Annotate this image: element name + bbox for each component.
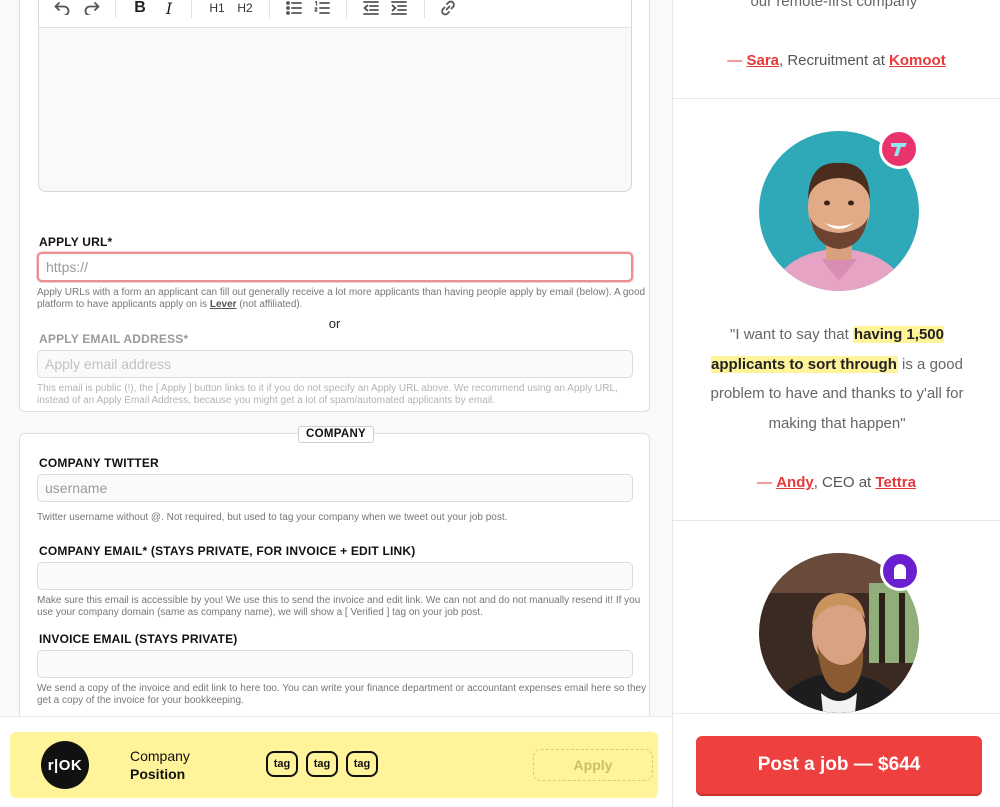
invoice-email-help: We send a copy of the invoice and edit l…	[37, 683, 647, 706]
attribution-role: , Recruitment at	[779, 52, 890, 69]
testimonial-attribution-sara: — Sara, Recruitment at Komoot	[673, 52, 1000, 69]
outdent-icon[interactable]	[360, 0, 382, 19]
company-card: COMPANY COMPANY TWITTER Twitter username…	[19, 426, 650, 733]
preview-tag: tag	[346, 751, 378, 777]
company-twitter-help: Twitter username without @. Not required…	[37, 512, 508, 523]
sidebar-footer-divider	[673, 713, 1000, 714]
apply-url-label: APPLY URL*	[39, 235, 113, 249]
italic-icon[interactable]: I	[158, 0, 180, 19]
company-badge-icon	[880, 551, 920, 591]
company-email-label: COMPANY EMAIL* (STAYS PRIVATE, FOR INVOI…	[39, 544, 416, 558]
company-logo: r|OK	[41, 741, 89, 789]
editor-toolbar: B I H1 H2	[39, 0, 631, 28]
post-job-button[interactable]: Post a job — $644	[696, 736, 982, 794]
bold-icon[interactable]: B	[129, 0, 151, 19]
apply-email-label: APPLY EMAIL ADDRESS*	[39, 332, 189, 346]
apply-url-help-suffix: (not affiliated).	[236, 298, 303, 310]
attribution-dash: —	[727, 52, 747, 69]
testimonial-divider	[673, 98, 1000, 99]
company-twitter-label: COMPANY TWITTER	[39, 456, 159, 470]
job-preview-bar[interactable]: r|OK Company Position tag tag tag Apply	[10, 732, 658, 798]
tettra-link[interactable]: Tettra	[875, 474, 916, 491]
link-icon[interactable]	[437, 0, 459, 19]
preview-tag: tag	[266, 751, 298, 777]
attribution-role: , CEO at	[813, 474, 876, 491]
toolbar-divider	[424, 0, 425, 18]
company-section-legend: COMPANY	[298, 426, 375, 443]
toolbar-divider	[269, 0, 270, 18]
toolbar-divider	[191, 0, 192, 18]
description-editor: B I H1 H2	[38, 0, 632, 192]
andy-link[interactable]: Andy	[776, 474, 814, 491]
company-email-input[interactable]	[37, 562, 633, 590]
attribution-dash: —	[757, 474, 777, 491]
or-separator: or	[328, 316, 341, 331]
job-details-card: B I H1 H2 APPLY URL* https:// Apply URLs…	[19, 0, 650, 412]
heading-2-button[interactable]: H2	[233, 0, 257, 19]
bullet-list-icon[interactable]	[283, 0, 305, 19]
testimonial-attribution-andy: — Andy, CEO at Tettra	[673, 474, 1000, 491]
preview-position: Position	[130, 766, 186, 782]
company-email-help: Make sure this email is accessible by yo…	[37, 595, 641, 618]
preview-apply-button[interactable]: Apply	[533, 749, 653, 781]
apply-url-help-text: Apply URLs with a form an applicant can …	[37, 287, 646, 310]
preview-tag: tag	[306, 751, 338, 777]
toolbar-divider	[115, 0, 116, 18]
apply-url-help: Apply URLs with a form an applicant can …	[37, 287, 647, 310]
apply-email-input[interactable]	[37, 350, 633, 378]
redo-icon[interactable]	[81, 0, 103, 19]
komoot-link[interactable]: Komoot	[889, 52, 946, 69]
indent-icon[interactable]	[388, 0, 410, 19]
apply-url-input[interactable]	[37, 252, 633, 282]
undo-icon[interactable]	[51, 0, 73, 19]
company-twitter-input[interactable]	[37, 474, 633, 502]
sara-link[interactable]: Sara	[746, 52, 779, 69]
tettra-badge-icon	[879, 129, 919, 169]
apply-email-help: This email is public (!), the [ Apply ] …	[37, 383, 618, 406]
preview-company: Company	[130, 748, 190, 764]
testimonial-divider	[673, 520, 1000, 521]
quote-text: "I want to say that	[730, 326, 853, 343]
testimonial-quote-andy: "I want to say that having 1,500 applica…	[701, 320, 973, 438]
testimonial-quote-sara: our remote-first company"	[750, 0, 923, 10]
invoice-email-label: INVOICE EMAIL (STAYS PRIVATE)	[39, 632, 238, 646]
toolbar-divider	[346, 0, 347, 18]
lever-link[interactable]: Lever	[210, 299, 237, 310]
job-post-form: B I H1 H2 APPLY URL* https:// Apply URLs…	[0, 0, 672, 807]
numbered-list-icon[interactable]	[311, 0, 333, 19]
heading-1-button[interactable]: H1	[205, 0, 229, 19]
testimonials-sidebar: our remote-first company" — Sara, Recrui…	[672, 0, 1000, 807]
invoice-email-input[interactable]	[37, 650, 633, 678]
